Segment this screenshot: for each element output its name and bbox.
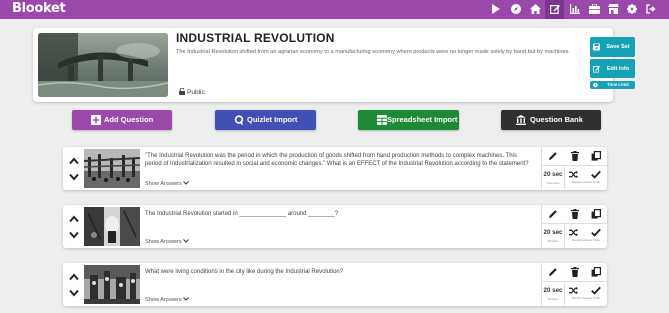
shuffle-icon[interactable]	[569, 286, 578, 295]
duplicate-question-icon[interactable]	[591, 209, 601, 219]
plus-square-icon	[91, 115, 101, 125]
divider	[542, 281, 607, 282]
time-limit-value[interactable]: 20 sec	[542, 171, 564, 178]
move-up-icon[interactable]	[69, 157, 79, 165]
divider	[542, 223, 607, 224]
show-answers-toggle[interactable]: Show Answers	[145, 297, 190, 303]
unlock-icon	[179, 87, 185, 95]
divider	[564, 225, 565, 247]
question-controls: 20 sec Time Limit Random Answer Order	[541, 147, 607, 190]
set-info-card: INDUSTRIAL REVOLUTION The Industrial Rev…	[33, 28, 635, 102]
check-icon[interactable]	[591, 286, 601, 295]
quizlet-icon	[234, 115, 244, 125]
duplicate-question-icon[interactable]	[591, 151, 601, 161]
stats-icon[interactable]	[565, 0, 584, 19]
briefcase-icon[interactable]	[585, 0, 604, 19]
question-text: "The Industrial Revolution was the perio…	[145, 153, 529, 168]
question-controls: 20 sec Timelimit Random Answer Order	[541, 263, 607, 306]
home-icon[interactable]	[526, 0, 545, 19]
question-row: The Industrial Revolution started in ___…	[63, 205, 607, 248]
delete-question-icon[interactable]	[570, 267, 580, 277]
random-order-caption: Random Answer Order	[571, 180, 601, 184]
question-row: "The Industrial Revolution was the perio…	[63, 147, 607, 190]
move-down-icon[interactable]	[69, 231, 79, 239]
delete-question-icon[interactable]	[570, 209, 580, 219]
time-limit-button[interactable]: Time Limit	[590, 81, 635, 89]
quizlet-import-label: Quizlet Import	[247, 115, 298, 124]
check-icon[interactable]	[591, 170, 601, 179]
divider	[564, 283, 565, 305]
gear-icon[interactable]	[622, 0, 641, 19]
question-text: What were living conditions in the city …	[145, 269, 344, 275]
shuffle-icon[interactable]	[569, 170, 578, 179]
move-up-icon[interactable]	[69, 273, 79, 281]
question-bank-label: Question Bank	[530, 115, 583, 124]
move-up-icon[interactable]	[69, 215, 79, 223]
spreadsheet-import-button[interactable]: Spreadsheet Import	[358, 110, 459, 130]
random-order-caption: Random Answer Order	[571, 296, 601, 300]
show-answers-toggle[interactable]: Show Answers	[145, 181, 190, 187]
divider	[542, 165, 607, 166]
top-navigation-bar: Blooket	[0, 0, 669, 19]
set-cover-image[interactable]	[38, 33, 168, 97]
edit-question-icon[interactable]	[548, 267, 558, 277]
chevron-down-icon	[183, 181, 190, 185]
add-question-button[interactable]: Add Question	[72, 110, 172, 130]
set-description: The Industrial Revolution shifted from a…	[176, 49, 570, 55]
visibility-label: Public	[187, 89, 205, 96]
question-row: What were living conditions in the city …	[63, 263, 607, 306]
duplicate-question-icon[interactable]	[591, 267, 601, 277]
play-icon[interactable]	[486, 0, 505, 19]
edit-info-label: Edit Info	[606, 65, 630, 72]
edit-question-icon[interactable]	[548, 151, 558, 161]
divider	[564, 167, 565, 189]
clock-icon	[593, 82, 598, 88]
spreadsheet-icon	[377, 115, 387, 125]
add-question-label: Add Question	[104, 115, 154, 124]
show-answers-label: Show Answers	[145, 181, 182, 187]
compass-icon[interactable]	[506, 0, 525, 19]
spreadsheet-import-label: Spreadsheet Import	[387, 115, 458, 124]
question-image[interactable]	[84, 149, 140, 188]
save-set-button[interactable]: Save Set	[590, 37, 635, 57]
move-down-icon[interactable]	[69, 289, 79, 297]
move-down-icon[interactable]	[69, 173, 79, 181]
question-controls: 20 sec Timelimit Random Answer Order	[541, 205, 607, 248]
question-text: The Industrial Revolution started in ___…	[145, 211, 339, 217]
visibility-toggle[interactable]: Public	[179, 87, 205, 96]
store-icon[interactable]	[604, 0, 623, 19]
random-order-caption: Random Answer Order	[571, 238, 601, 242]
show-answers-toggle[interactable]: Show Answers	[145, 239, 190, 245]
edit-icon	[593, 65, 600, 72]
show-answers-label: Show Answers	[145, 297, 182, 303]
chevron-down-icon	[183, 239, 190, 243]
edit-info-button[interactable]: Edit Info	[590, 59, 635, 78]
edit-question-icon[interactable]	[548, 209, 558, 219]
shuffle-icon[interactable]	[569, 228, 578, 237]
time-limit-caption: Timelimit	[547, 239, 559, 243]
question-bank-button[interactable]: Question Bank	[501, 110, 601, 130]
edit-icon[interactable]	[545, 0, 564, 19]
logout-icon[interactable]	[641, 0, 660, 19]
quizlet-import-button[interactable]: Quizlet Import	[215, 110, 316, 130]
time-limit-value[interactable]: 20 sec	[542, 287, 564, 294]
delete-question-icon[interactable]	[570, 151, 580, 161]
check-icon[interactable]	[591, 228, 601, 237]
time-limit-value[interactable]: 20 sec	[542, 229, 564, 236]
save-icon	[593, 43, 600, 51]
question-image[interactable]	[84, 265, 140, 304]
time-limit-label: Time Limit	[607, 82, 629, 87]
blooket-logo[interactable]: Blooket	[12, 1, 66, 16]
time-limit-caption: Timelimit	[547, 297, 559, 301]
question-image[interactable]	[84, 207, 140, 246]
save-set-label: Save Set	[606, 44, 630, 50]
time-limit-caption: Time Limit	[546, 181, 560, 185]
set-title: INDUSTRIAL REVOLUTION	[176, 31, 335, 45]
show-answers-label: Show Answers	[145, 239, 182, 245]
chevron-down-icon	[183, 297, 190, 301]
bank-icon	[516, 115, 526, 125]
